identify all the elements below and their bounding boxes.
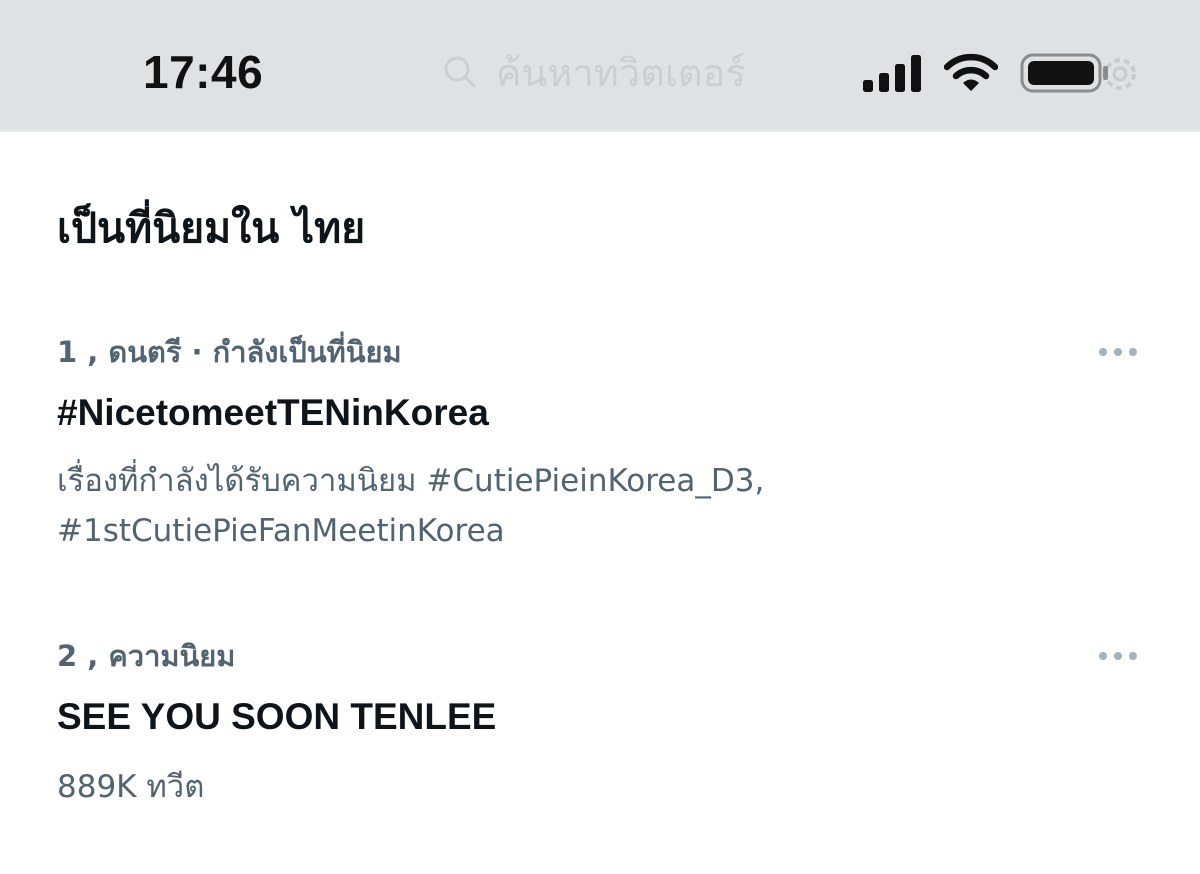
- ghost-search-field: ค้นหาทวิตเตอร์: [440, 44, 746, 100]
- trend-meta: 1 , ดนตรี · กำลังเป็นที่นิยม: [57, 335, 402, 369]
- status-bar: ค้นหาทวิตเตอร์ 17:46: [0, 0, 1200, 132]
- trend-tweet-count: 889K ทวีต: [57, 769, 205, 805]
- section-title: เป็นที่นิยมใน ไทย: [57, 204, 366, 252]
- signal-icon: [863, 55, 921, 92]
- trend-context: เรื่องที่กำลังได้รับความนิยม #CutiePiein…: [57, 456, 1117, 556]
- status-icons: [862, 50, 1110, 96]
- battery-icon: [1020, 53, 1108, 93]
- more-icon[interactable]: [1098, 346, 1138, 358]
- trend-meta: 2 , ความนิยม: [57, 639, 236, 673]
- ghost-search-placeholder: ค้นหาทวิตเตอร์: [496, 50, 746, 95]
- more-icon[interactable]: [1098, 650, 1138, 662]
- trend-name[interactable]: #NicetomeetTENinKorea: [57, 388, 489, 438]
- trend-context-line: เรื่องที่กำลังได้รับความนิยม #CutiePiein…: [57, 463, 765, 499]
- trend-context-line: #1stCutiePieFanMeetinKorea: [57, 513, 505, 549]
- trends-panel: เป็นที่นิยมใน ไทย 1 , ดนตรี · กำลังเป็นท…: [0, 134, 1200, 874]
- search-icon: [444, 56, 476, 88]
- wifi-icon: [944, 53, 998, 91]
- status-time: 17:46: [143, 46, 264, 98]
- trend-name[interactable]: SEE YOU SOON TENLEE: [57, 692, 496, 742]
